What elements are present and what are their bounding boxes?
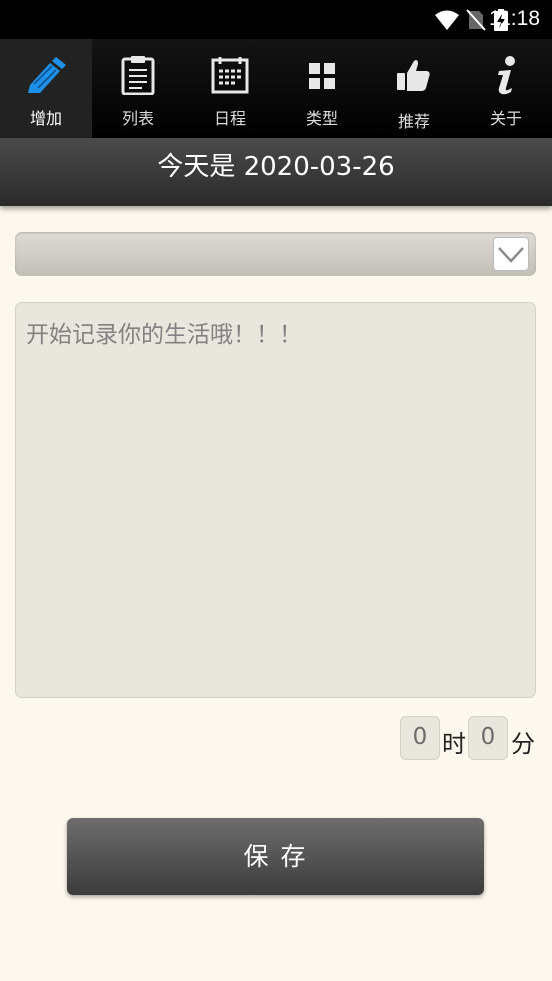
hours-input[interactable]: 0 — [400, 716, 440, 760]
pencil-icon — [28, 57, 66, 93]
save-button[interactable]: 保 存 — [67, 818, 484, 895]
dropdown-arrow[interactable] — [493, 237, 529, 271]
tab-bar: 增加 列表 日程 类型 推荐 关于 — [0, 39, 552, 138]
tab-about[interactable]: 关于 — [460, 39, 552, 138]
hours-unit-label: 时 — [442, 730, 466, 758]
thumbs-up-icon — [397, 60, 430, 91]
tab-label: 关于 — [489, 109, 522, 128]
diary-input[interactable] — [15, 302, 536, 698]
minutes-input[interactable]: 0 — [468, 716, 508, 760]
tab-label: 增加 — [29, 109, 62, 128]
tab-schedule[interactable]: 日程 — [184, 39, 276, 138]
calendar-icon — [211, 57, 249, 94]
chevron-down-icon — [498, 247, 524, 263]
tab-types[interactable]: 类型 — [276, 39, 368, 138]
wifi-icon — [435, 10, 459, 30]
tab-list[interactable]: 列表 — [92, 39, 184, 138]
tab-label: 列表 — [121, 109, 154, 128]
info-icon — [498, 56, 515, 95]
date-banner: 今天是 2020-03-26 — [0, 138, 552, 206]
clipboard-icon — [121, 56, 155, 95]
tab-add[interactable]: 增加 — [0, 39, 92, 138]
status-bar: 11:18 — [0, 0, 552, 39]
minutes-unit-label: 分 — [511, 730, 535, 758]
tab-label: 类型 — [305, 109, 338, 128]
no-sim-icon — [466, 9, 486, 31]
tab-label: 日程 — [213, 109, 246, 128]
tab-label: 推荐 — [397, 112, 430, 131]
grid-icon — [309, 63, 335, 89]
category-select[interactable] — [15, 232, 536, 276]
tab-recommend[interactable]: 推荐 — [368, 39, 460, 138]
status-time: 11:18 — [489, 7, 540, 30]
